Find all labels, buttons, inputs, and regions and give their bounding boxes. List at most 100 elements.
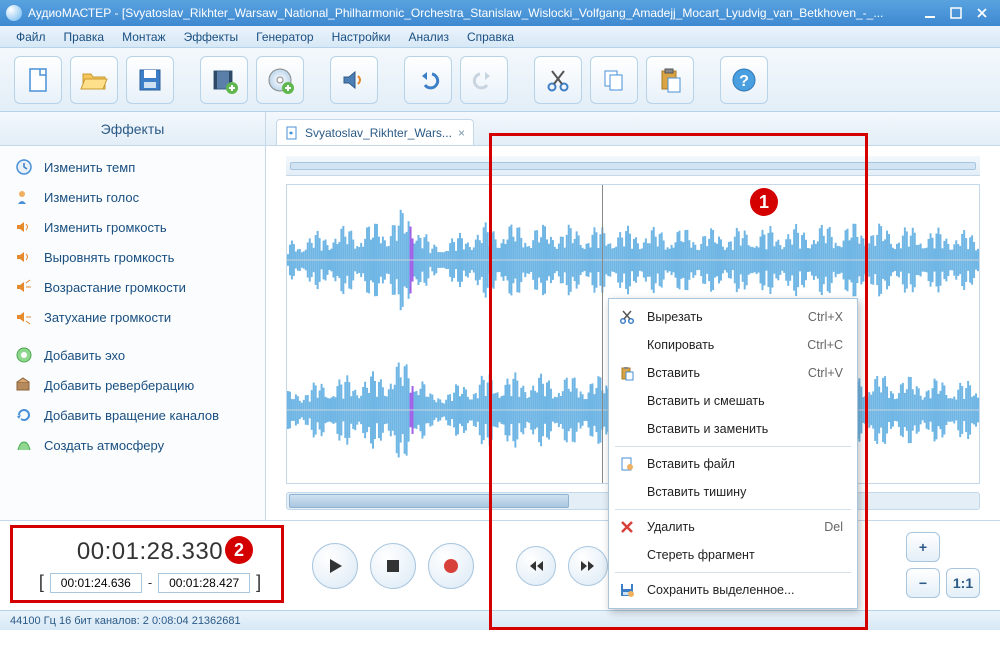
help-button[interactable]: ? [720, 56, 768, 104]
context-menu-item[interactable]: Вставить и смешать [609, 387, 857, 415]
prev-button[interactable] [516, 546, 556, 586]
menu-montage[interactable]: Монтаж [114, 28, 174, 46]
tab-bar: Svyatoslav_Rikhter_Wars... × [266, 112, 1000, 146]
sidebar-item-reverb[interactable]: Добавить реверберацию [0, 370, 265, 400]
sidebar-item-normalize[interactable]: Выровнять громкость [0, 242, 265, 272]
blank-icon [617, 335, 637, 355]
sidebar-item-voice[interactable]: Изменить голос [0, 182, 265, 212]
context-menu-shortcut: Ctrl+C [807, 338, 843, 352]
context-menu-item[interactable]: Сохранить выделенное... [609, 576, 857, 604]
scrollbar-thumb[interactable] [289, 494, 569, 508]
record-button[interactable] [428, 543, 474, 589]
close-button[interactable] [970, 5, 994, 21]
sidebar-item-label: Затухание громкости [44, 310, 171, 325]
menu-generator[interactable]: Генератор [248, 28, 321, 46]
context-menu-item[interactable]: Стереть фрагмент [609, 541, 857, 569]
selection-range: [ - ] [39, 572, 261, 593]
menu-analysis[interactable]: Анализ [400, 28, 457, 46]
volume-icon [14, 217, 34, 237]
document-icon [285, 126, 299, 140]
context-menu-label: Сохранить выделенное... [647, 583, 809, 597]
sidebar-item-atmosphere[interactable]: Создать атмосферу [0, 430, 265, 460]
context-menu-label: Вставить тишину [647, 485, 809, 499]
copy-button[interactable] [590, 56, 638, 104]
sidebar-item-rotate[interactable]: Добавить вращение каналов [0, 400, 265, 430]
paste-icon [617, 363, 637, 383]
undo-button[interactable] [404, 56, 452, 104]
time-display: 00:01:28.330 [ - ] [16, 529, 284, 603]
menu-bar: Файл Правка Монтаж Эффекты Генератор Нас… [0, 26, 1000, 48]
delete-icon [617, 517, 637, 537]
sidebar-item-fadeout[interactable]: Затухание громкости [0, 302, 265, 332]
sidebar-header: Эффекты [0, 112, 265, 146]
atmosphere-icon [14, 435, 34, 455]
save-icon [617, 580, 637, 600]
selection-end-input[interactable] [158, 573, 250, 593]
rotate-icon [14, 405, 34, 425]
save-file-button[interactable] [126, 56, 174, 104]
add-video-button[interactable] [200, 56, 248, 104]
context-menu-label: Вставить файл [647, 457, 809, 471]
context-menu-item[interactable]: ВырезатьCtrl+X [609, 303, 857, 331]
context-menu-shortcut: Del [824, 520, 843, 534]
window-title: АудиоМАСТЕР - [Svyatoslav_Rikhter_Warsaw… [28, 6, 916, 20]
zoom-in-button[interactable]: + [906, 532, 940, 562]
playhead[interactable] [602, 184, 604, 483]
sidebar-item-volume[interactable]: Изменить громкость [0, 212, 265, 242]
menu-help[interactable]: Справка [459, 28, 522, 46]
cut-icon [617, 307, 637, 327]
stop-button[interactable] [370, 543, 416, 589]
next-button[interactable] [568, 546, 608, 586]
sidebar-item-label: Добавить реверберацию [44, 378, 194, 393]
context-menu-label: Вставить и заменить [647, 422, 809, 436]
tab-close-icon[interactable]: × [458, 126, 465, 140]
zoom-ratio-button[interactable]: 1:1 [946, 568, 980, 598]
paste-button[interactable] [646, 56, 694, 104]
open-file-button[interactable] [70, 56, 118, 104]
status-text: 44100 Гц 16 бит каналов: 2 0:08:04 21362… [10, 615, 241, 627]
sidebar-item-label: Изменить темп [44, 160, 135, 175]
app-icon [6, 5, 22, 21]
blank-icon [617, 391, 637, 411]
context-menu-item[interactable]: Вставить тишину [609, 478, 857, 506]
volume-up-icon [14, 277, 34, 297]
menu-settings[interactable]: Настройки [324, 28, 399, 46]
title-bar: АудиоМАСТЕР - [Svyatoslav_Rikhter_Warsaw… [0, 0, 1000, 26]
sidebar-item-echo[interactable]: Добавить эхо [0, 340, 265, 370]
menu-effects[interactable]: Эффекты [176, 28, 247, 46]
volume-icon [14, 247, 34, 267]
blank-icon [617, 482, 637, 502]
context-menu-item[interactable]: КопироватьCtrl+C [609, 331, 857, 359]
tab-active[interactable]: Svyatoslav_Rikhter_Wars... × [276, 119, 474, 145]
new-file-button[interactable] [14, 56, 62, 104]
sidebar-item-label: Создать атмосферу [44, 438, 164, 453]
cut-button[interactable] [534, 56, 582, 104]
blank-icon [617, 419, 637, 439]
minimize-button[interactable] [918, 5, 942, 21]
context-menu-item[interactable]: Вставить файл [609, 450, 857, 478]
play-button[interactable] [312, 543, 358, 589]
speaker-button[interactable] [330, 56, 378, 104]
timeline-ruler[interactable] [286, 156, 980, 176]
sidebar-item-fadein[interactable]: Возрастание громкости [0, 272, 265, 302]
maximize-button[interactable] [944, 5, 968, 21]
zoom-out-button[interactable]: − [906, 568, 940, 598]
context-menu: ВырезатьCtrl+XКопироватьCtrl+CВставитьCt… [608, 298, 858, 609]
svg-text:?: ? [739, 73, 749, 90]
context-menu-label: Вырезать [647, 310, 774, 324]
status-bar: 44100 Гц 16 бит каналов: 2 0:08:04 21362… [0, 610, 1000, 630]
context-menu-item[interactable]: Вставить и заменить [609, 415, 857, 443]
sidebar-item-tempo[interactable]: Изменить темп [0, 152, 265, 182]
current-time: 00:01:28.330 [77, 538, 223, 566]
menu-edit[interactable]: Правка [56, 28, 113, 46]
sidebar-item-label: Добавить вращение каналов [44, 408, 219, 423]
context-menu-item[interactable]: УдалитьDel [609, 513, 857, 541]
menu-file[interactable]: Файл [8, 28, 54, 46]
playhead-marker-icon [596, 184, 610, 185]
sidebar-item-label: Изменить голос [44, 190, 139, 205]
selection-start-input[interactable] [50, 573, 142, 593]
clock-icon [14, 157, 34, 177]
redo-button[interactable] [460, 56, 508, 104]
context-menu-item[interactable]: ВставитьCtrl+V [609, 359, 857, 387]
burn-cd-button[interactable] [256, 56, 304, 104]
